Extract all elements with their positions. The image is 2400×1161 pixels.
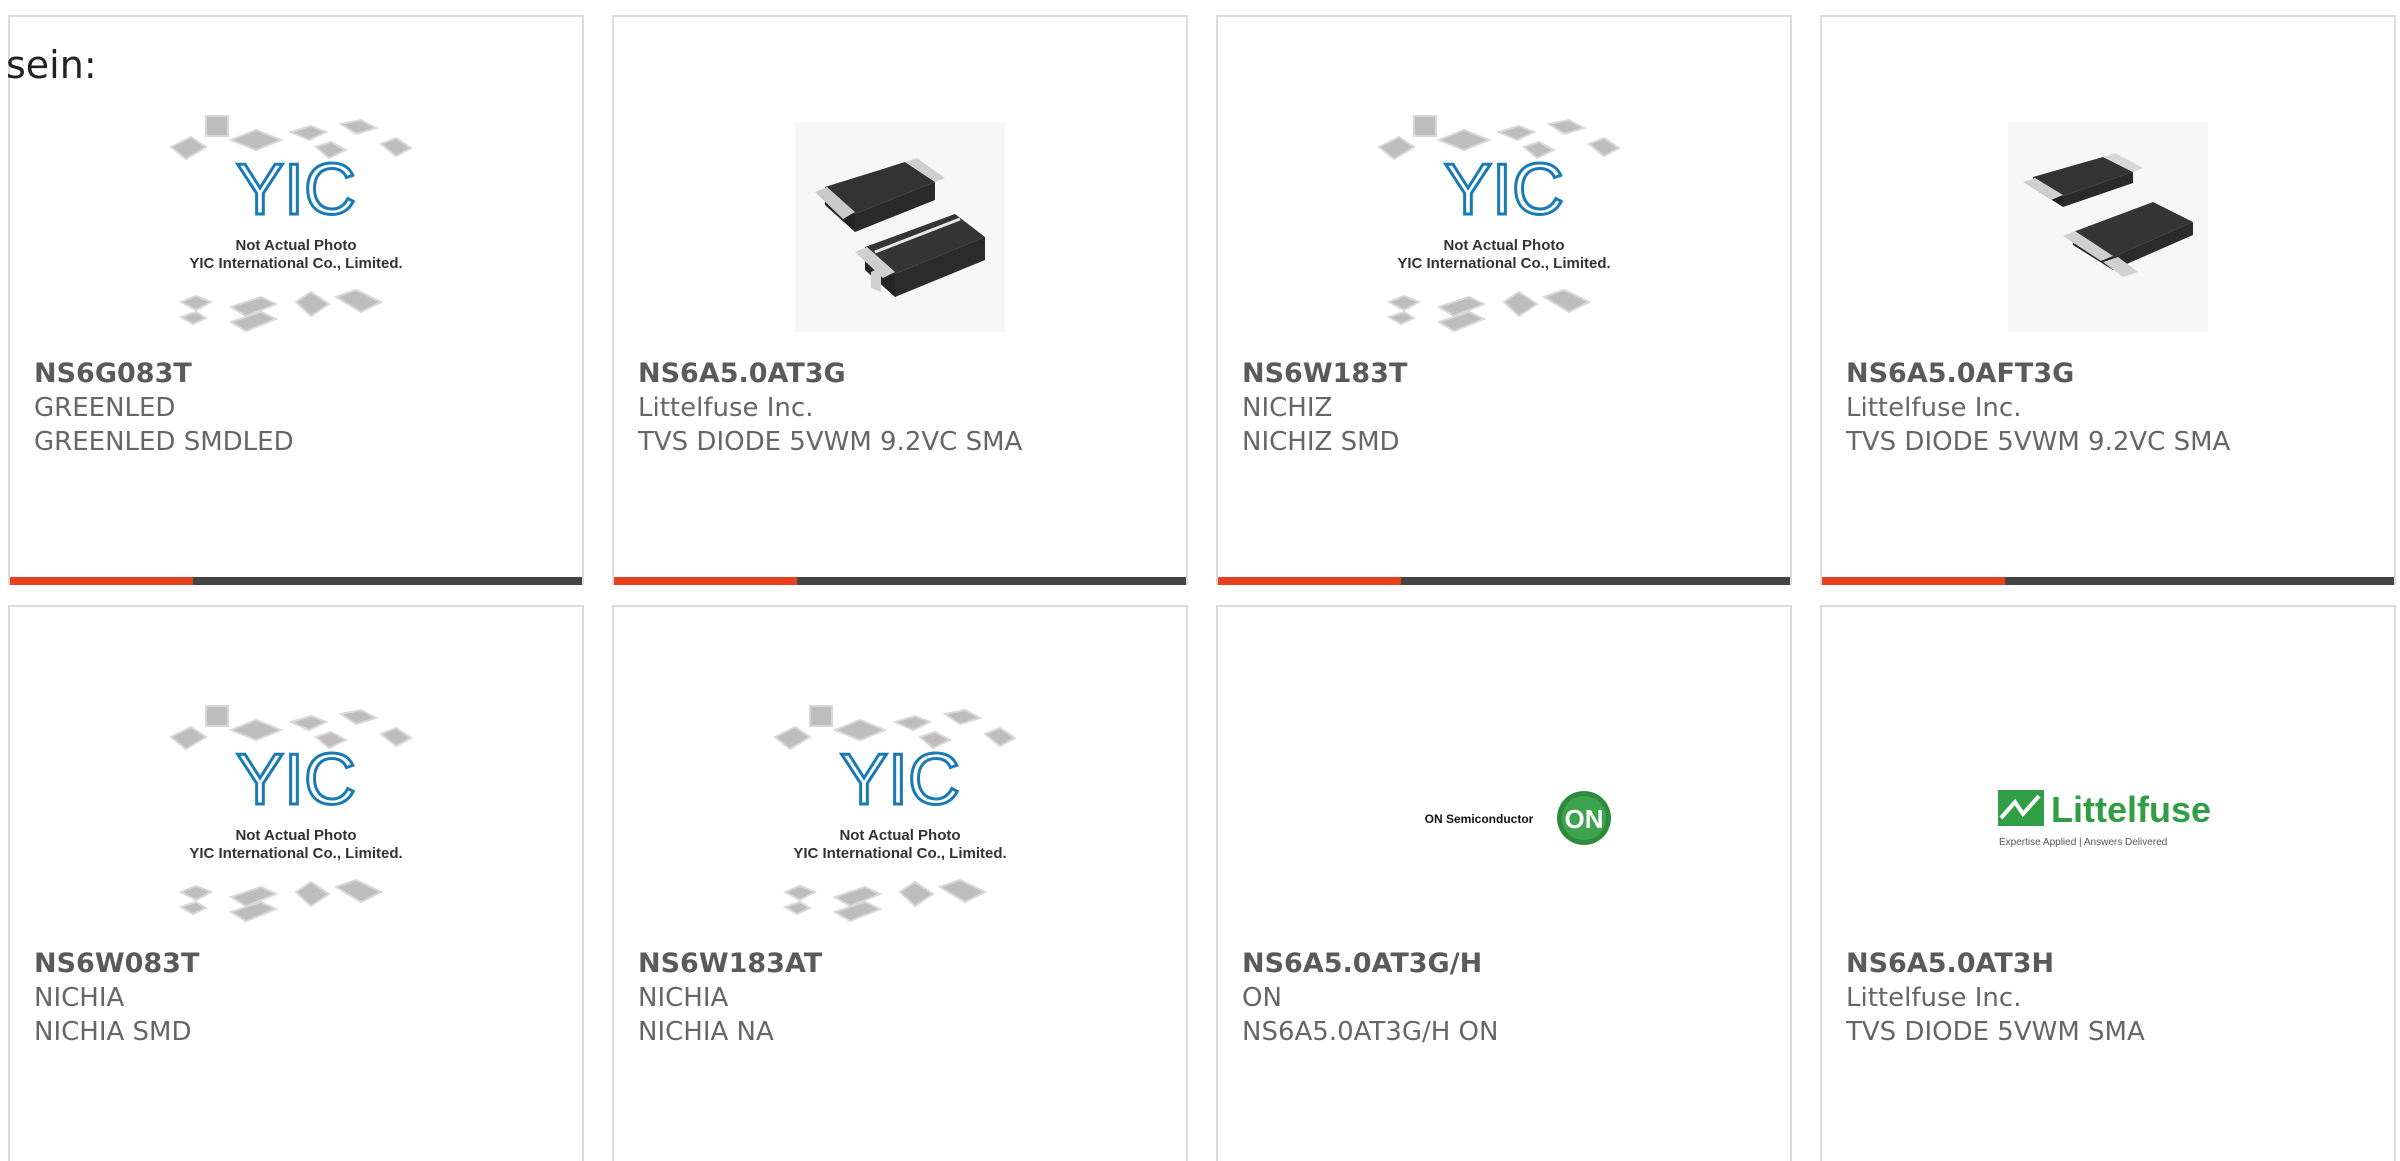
product-image-placeholder[interactable]: YIC Not Actual Photo YIC International C… <box>10 92 582 362</box>
svg-text:YIC: YIC <box>236 740 356 820</box>
part-number-link[interactable]: NS6W183AT <box>638 947 1166 981</box>
manufacturer: NICHIA <box>34 983 125 1013</box>
manufacturer: ON <box>1242 983 1282 1013</box>
manufacturer-logo[interactable]: Littelfuse Expertise Applied | Answers D… <box>1822 682 2394 952</box>
product-card[interactable]: ON Semiconductor ON NS6A5.0AT3G/H ON NS6… <box>1216 605 1792 1161</box>
accent-bar <box>614 577 1186 585</box>
product-card[interactable]: NS6A5.0AT3G Littelfuse Inc. TVS DIODE 5V… <box>612 15 1188 585</box>
yic-placeholder-image: YIC Not Actual Photo YIC International C… <box>773 705 1017 923</box>
product-card[interactable]: YIC Not Actual Photo YIC International C… <box>8 15 584 585</box>
product-info: NS6A5.0AT3G/H ON NS6A5.0AT3G/H ON <box>1242 947 1770 1049</box>
svg-text:Not Actual Photo: Not Actual Photo <box>235 827 356 844</box>
svg-text:YIC International Co., Limited: YIC International Co., Limited. <box>1397 255 1610 272</box>
svg-text:Not Actual Photo: Not Actual Photo <box>1443 237 1564 254</box>
product-info: NS6A5.0AFT3G Littelfuse Inc. TVS DIODE 5… <box>1846 357 2374 459</box>
yic-placeholder-image: YIC Not Actual Photo YIC International C… <box>1377 115 1621 333</box>
product-card[interactable]: YIC Not Actual Photo YIC International C… <box>1216 15 1792 585</box>
manufacturer: NICHIZ <box>1242 393 1333 423</box>
manufacturer: Littelfuse Inc. <box>1846 983 2022 1013</box>
product-grid-page: sein: YIC Not Actual Photo YIC Internati… <box>0 0 2400 1161</box>
product-info: NS6W183AT NICHIA NICHIA NA <box>638 947 1166 1049</box>
yic-placeholder-image: YIC Not Actual Photo YIC International C… <box>169 705 413 923</box>
product-info: NS6G083T GREENLED GREENLED SMDLED <box>34 357 562 459</box>
accent-bar <box>1218 577 1790 585</box>
product-image-placeholder[interactable]: YIC Not Actual Photo YIC International C… <box>10 682 582 952</box>
svg-text:ON Semiconductor: ON Semiconductor <box>1425 812 1534 826</box>
product-info: NS6A5.0AT3H Littelfuse Inc. TVS DIODE 5V… <box>1846 947 2374 1049</box>
description: TVS DIODE 5VWM 9.2VC SMA <box>1846 427 2231 457</box>
svg-text:YIC International Co., Limited: YIC International Co., Limited. <box>189 255 402 272</box>
svg-text:YIC: YIC <box>840 740 960 820</box>
product-image[interactable] <box>1822 92 2394 362</box>
svg-text:YIC: YIC <box>236 150 356 230</box>
product-card[interactable]: Littelfuse Expertise Applied | Answers D… <box>1820 605 2396 1161</box>
manufacturer: Littelfuse Inc. <box>1846 393 2022 423</box>
product-image[interactable] <box>614 92 1186 362</box>
product-info: NS6W083T NICHIA NICHIA SMD <box>34 947 562 1049</box>
description: NICHIA NA <box>638 1017 774 1047</box>
part-number-link[interactable]: NS6W083T <box>34 947 562 981</box>
on-semiconductor-logo: ON Semiconductor ON <box>1425 791 1611 845</box>
product-card[interactable]: YIC Not Actual Photo YIC International C… <box>612 605 1188 1161</box>
product-card[interactable]: YIC Not Actual Photo YIC International C… <box>8 605 584 1161</box>
intro-text: sein: <box>6 43 97 87</box>
part-number-link[interactable]: NS6A5.0AT3G <box>638 357 1166 391</box>
smaf-package-photo <box>2008 122 2208 332</box>
sma-package-photo <box>795 122 1005 332</box>
part-number-link[interactable]: NS6A5.0AFT3G <box>1846 357 2374 391</box>
littelfuse-logo: Littelfuse Expertise Applied | Answers D… <box>1998 789 2211 848</box>
product-image-placeholder[interactable]: YIC Not Actual Photo YIC International C… <box>1218 92 1790 362</box>
accent-bar <box>1822 577 2394 585</box>
accent-bar <box>10 577 582 585</box>
svg-text:YIC International Co., Limited: YIC International Co., Limited. <box>793 845 1006 862</box>
product-info: NS6A5.0AT3G Littelfuse Inc. TVS DIODE 5V… <box>638 357 1166 459</box>
manufacturer: GREENLED <box>34 393 176 423</box>
product-card[interactable]: NS6A5.0AFT3G Littelfuse Inc. TVS DIODE 5… <box>1820 15 2396 585</box>
product-image-placeholder[interactable]: YIC Not Actual Photo YIC International C… <box>614 682 1186 952</box>
description: NICHIA SMD <box>34 1017 192 1047</box>
yic-placeholder-image: YIC Not Actual Photo YIC International C… <box>169 115 413 333</box>
svg-text:YIC International Co., Limited: YIC International Co., Limited. <box>189 845 402 862</box>
svg-text:Littelfuse: Littelfuse <box>2051 789 2211 830</box>
description: NS6A5.0AT3G/H ON <box>1242 1017 1499 1047</box>
description: TVS DIODE 5VWM SMA <box>1846 1017 2145 1047</box>
description: NICHIZ SMD <box>1242 427 1400 457</box>
part-number-link[interactable]: NS6W183T <box>1242 357 1770 391</box>
manufacturer-logo[interactable]: ON Semiconductor ON <box>1218 682 1790 952</box>
svg-text:Not Actual Photo: Not Actual Photo <box>235 237 356 254</box>
manufacturer: Littelfuse Inc. <box>638 393 814 423</box>
description: TVS DIODE 5VWM 9.2VC SMA <box>638 427 1023 457</box>
product-info: NS6W183T NICHIZ NICHIZ SMD <box>1242 357 1770 459</box>
description: GREENLED SMDLED <box>34 427 294 457</box>
svg-text:Not Actual Photo: Not Actual Photo <box>839 827 960 844</box>
part-number-link[interactable]: NS6A5.0AT3G/H <box>1242 947 1770 981</box>
svg-text:YIC: YIC <box>1444 150 1564 230</box>
svg-text:Expertise Applied | Answers De: Expertise Applied | Answers Delivered <box>1999 837 2167 848</box>
part-number-link[interactable]: NS6G083T <box>34 357 562 391</box>
manufacturer: NICHIA <box>638 983 729 1013</box>
part-number-link[interactable]: NS6A5.0AT3H <box>1846 947 2374 981</box>
svg-text:ON: ON <box>1565 804 1604 834</box>
